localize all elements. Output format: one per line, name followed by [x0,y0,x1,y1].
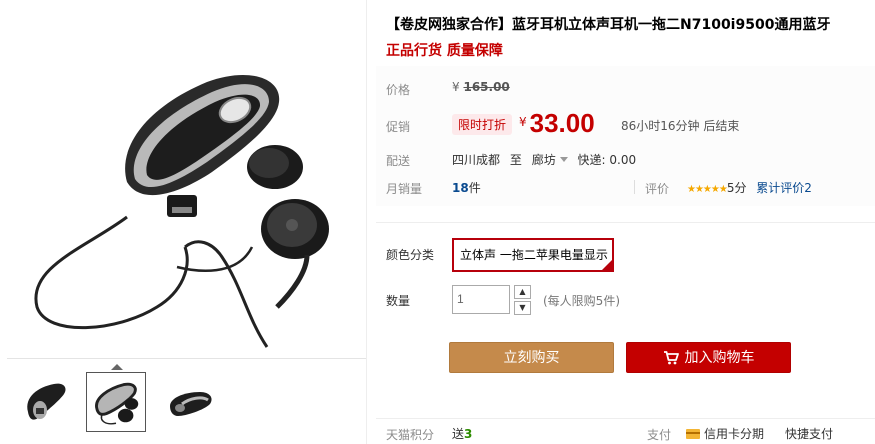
delivery-destination-select[interactable]: 廊坊 [532,153,574,167]
add-to-cart-label: 加入购物车 [684,350,755,366]
star-rating-icon: ★★★★★ [687,184,728,195]
delivery-info: 四川成都 至 廊坊 快递: 0.00 [452,151,636,168]
quantity-increase-button[interactable]: ▲ [514,285,531,299]
add-to-cart-button[interactable]: 加入购物车 [626,342,791,373]
section-divider [376,222,875,223]
credit-card-label: 信用卡分期 [704,427,765,441]
promo-badge: 限时打折 [452,114,513,135]
monthly-sales: 18件 [452,179,481,196]
product-gallery [0,0,366,444]
quantity-input[interactable]: 1 [452,285,510,314]
delivery-label: 配送 [386,154,411,168]
delivery-destination: 廊坊 [531,153,556,167]
thumb-selected-arrow [111,364,123,370]
color-label: 颜色分类 [386,248,435,262]
product-title: 【卷皮网独家合作】蓝牙耳机立体声耳机一拖二N7100i9500通用蓝牙 [386,17,831,33]
tmall-points-label: 天猫积分 [386,428,435,442]
selected-check-icon [602,260,612,270]
current-price: ¥33.00 [519,108,595,139]
promo-label: 促销 [386,120,411,134]
buy-now-button[interactable]: 立刻购买 [449,342,614,373]
price-label: 价格 [386,83,411,97]
credit-card-icon [686,429,700,439]
cart-icon [663,351,679,365]
rating-score: 5分 [726,181,747,195]
product-subtitle: 正品行货 质量保障 [386,43,503,59]
delivery-from: 四川成都 [452,153,501,167]
current-price-value: 33.00 [529,108,595,138]
delivery-to-word: 至 [509,153,522,167]
thumbnail-1[interactable] [16,372,76,432]
quantity-decrease-button[interactable]: ▼ [514,301,531,315]
payment-label: 支付 [647,428,672,442]
points-prefix: 送 [452,427,465,441]
thumb-divider [7,358,366,359]
currency-symbol: ¥ [452,80,460,94]
monthly-sales-unit: 件 [468,181,481,195]
monthly-sales-label: 月销量 [386,182,423,196]
tmall-points: 送3 [452,425,472,442]
main-product-image [7,7,366,358]
color-option-selected[interactable]: 立体声 一拖二苹果电量显示 [452,238,614,272]
thumbnail-2[interactable] [86,372,146,432]
promo-countdown: 86小时16分钟 后结束 [621,119,740,133]
original-price-value: 165.00 [463,80,510,94]
purchase-limit: (每人限购5件) [543,294,620,308]
monthly-sales-count: 18 [452,181,469,195]
rating-label: 评价 [645,182,670,196]
chevron-up-icon: ▲ [519,287,526,296]
footer-divider [376,418,875,419]
vertical-separator [634,180,635,194]
chevron-down-icon: ▼ [519,303,526,312]
gallery-divider [366,0,367,444]
rating-info: ★★★★★5分 累计评价2 [687,179,812,196]
quantity-label: 数量 [386,294,411,308]
original-price: ¥ 165.00 [452,80,510,94]
points-value: 3 [464,427,473,441]
chevron-down-icon [559,157,568,162]
quick-pay[interactable]: 快捷支付 [785,425,833,442]
reviews-link[interactable]: 累计评价2 [756,181,812,195]
currency-symbol: ¥ [519,115,527,129]
credit-card-installment[interactable]: 信用卡分期 [686,425,764,442]
thumbnail-3[interactable] [160,372,220,432]
color-option-text: 立体声 一拖二苹果电量显示 [460,248,608,262]
shipping-fee: 快递: 0.00 [577,153,637,167]
